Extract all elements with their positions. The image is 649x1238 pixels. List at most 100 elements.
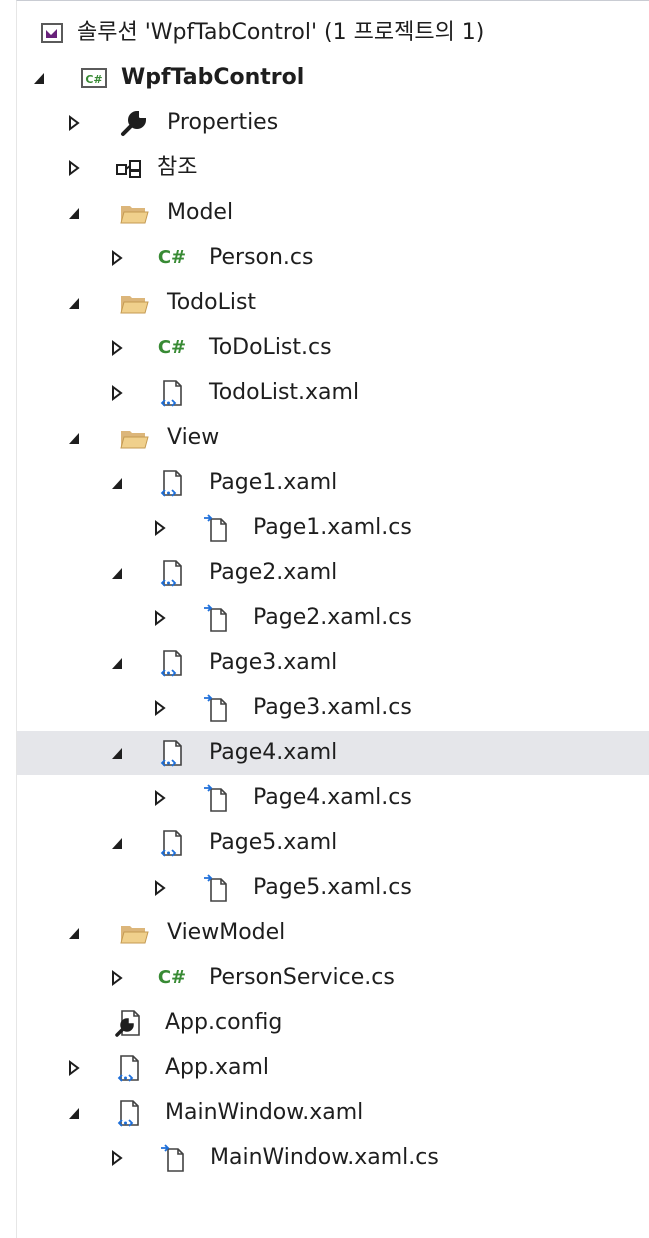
file-node-page5-xaml[interactable]: Page5.xaml xyxy=(17,821,649,865)
file-node-todolist-xaml[interactable]: TodoList.xaml xyxy=(17,371,649,415)
file-node-todolist-cs[interactable]: C# ToDoList.cs xyxy=(17,326,649,370)
file-label: MainWindow.xaml xyxy=(165,1100,364,1125)
expanded-arrow-icon[interactable] xyxy=(67,203,81,223)
collapsed-arrow-icon[interactable] xyxy=(153,788,167,808)
file-node-page1-xaml-cs[interactable]: Page1.xaml.cs xyxy=(17,506,649,550)
collapsed-arrow-icon[interactable] xyxy=(153,878,167,898)
file-node-personservice-cs[interactable]: C# PersonService.cs xyxy=(17,956,649,1000)
csharp-project-icon: C# xyxy=(79,63,109,93)
file-label: App.config xyxy=(165,1010,283,1035)
svg-text:C#: C# xyxy=(85,73,102,86)
file-label: App.xaml xyxy=(165,1055,270,1080)
references-label: 참조 xyxy=(157,155,198,180)
file-label: Person.cs xyxy=(209,245,314,270)
csharp-file-icon: C# xyxy=(157,333,187,363)
expanded-arrow-icon[interactable] xyxy=(110,833,124,853)
folder-node-viewmodel[interactable]: ViewModel xyxy=(17,911,649,955)
folder-node-view[interactable]: View xyxy=(17,416,649,460)
collapsed-arrow-icon[interactable] xyxy=(67,113,81,133)
file-label: Page4.xaml xyxy=(209,740,338,765)
file-node-person-cs[interactable]: C# Person.cs xyxy=(17,236,649,280)
xaml-file-icon xyxy=(114,1053,144,1083)
folder-label: View xyxy=(167,425,220,450)
file-node-page2-xaml[interactable]: Page2.xaml xyxy=(17,551,649,595)
expanded-arrow-icon[interactable] xyxy=(110,653,124,673)
csharp-glyph: C# xyxy=(157,337,187,358)
file-label: Page4.xaml.cs xyxy=(253,785,412,810)
file-node-page3-xaml[interactable]: Page3.xaml xyxy=(17,641,649,685)
expanded-arrow-icon[interactable] xyxy=(67,923,81,943)
file-node-app-xaml[interactable]: App.xaml xyxy=(17,1046,649,1090)
expanded-arrow-icon[interactable] xyxy=(32,68,46,88)
xaml-file-icon xyxy=(157,558,187,588)
expanded-arrow-icon[interactable] xyxy=(110,473,124,493)
file-label: PersonService.cs xyxy=(209,965,395,990)
expanded-arrow-icon[interactable] xyxy=(67,428,81,448)
folder-node-model[interactable]: Model xyxy=(17,191,649,235)
file-label: Page5.xaml.cs xyxy=(253,875,412,900)
csharp-file-icon: C# xyxy=(157,243,187,273)
file-label: Page1.xaml.cs xyxy=(253,515,412,540)
collapsed-arrow-icon[interactable] xyxy=(110,248,124,268)
collapsed-arrow-icon[interactable] xyxy=(67,158,81,178)
solution-icon xyxy=(37,18,67,48)
code-behind-file-icon xyxy=(202,693,232,723)
xaml-file-icon xyxy=(157,828,187,858)
file-label: ToDoList.cs xyxy=(209,335,332,360)
file-node-page2-xaml-cs[interactable]: Page2.xaml.cs xyxy=(17,596,649,640)
file-label: Page2.xaml xyxy=(209,560,338,585)
expanded-arrow-icon[interactable] xyxy=(67,293,81,313)
code-behind-file-icon xyxy=(159,1143,189,1173)
properties-node[interactable]: Properties xyxy=(17,101,649,145)
properties-label: Properties xyxy=(167,110,279,135)
csharp-glyph: C# xyxy=(157,247,187,268)
solution-label: 솔루션 'WpfTabControl' (1 프로젝트의 1) xyxy=(77,20,485,45)
folder-label: ViewModel xyxy=(167,920,286,945)
file-label: Page1.xaml xyxy=(209,470,338,495)
collapsed-arrow-icon[interactable] xyxy=(110,338,124,358)
file-label: Page3.xaml.cs xyxy=(253,695,412,720)
folder-node-todolist[interactable]: TodoList xyxy=(17,281,649,325)
project-label: WpfTabControl xyxy=(121,65,305,90)
file-node-page5-xaml-cs[interactable]: Page5.xaml.cs xyxy=(17,866,649,910)
code-behind-file-icon xyxy=(202,603,232,633)
file-node-page1-xaml[interactable]: Page1.xaml xyxy=(17,461,649,505)
folder-open-icon xyxy=(119,288,149,318)
folder-label: Model xyxy=(167,200,234,225)
collapsed-arrow-icon[interactable] xyxy=(153,698,167,718)
project-node-wpftabcontrol[interactable]: C# WpfTabControl xyxy=(17,56,649,100)
references-node[interactable]: 참조 xyxy=(17,146,649,190)
xaml-file-icon xyxy=(157,378,187,408)
csharp-file-icon: C# xyxy=(157,963,187,993)
collapsed-arrow-icon[interactable] xyxy=(110,968,124,988)
xaml-file-icon xyxy=(114,1098,144,1128)
solution-explorer-tree: 솔루션 'WpfTabControl' (1 프로젝트의 1) C# WpfTa… xyxy=(16,0,649,1238)
code-behind-file-icon xyxy=(202,783,232,813)
collapsed-arrow-icon[interactable] xyxy=(67,1058,81,1078)
file-label: Page3.xaml xyxy=(209,650,338,675)
file-label: MainWindow.xaml.cs xyxy=(210,1145,439,1170)
expanded-arrow-icon[interactable] xyxy=(110,563,124,583)
code-behind-file-icon xyxy=(202,513,232,543)
collapsed-arrow-icon[interactable] xyxy=(153,608,167,628)
collapsed-arrow-icon[interactable] xyxy=(153,518,167,538)
file-node-mainwindow-xaml[interactable]: MainWindow.xaml xyxy=(17,1091,649,1135)
file-label: Page5.xaml xyxy=(209,830,338,855)
file-node-page3-xaml-cs[interactable]: Page3.xaml.cs xyxy=(17,686,649,730)
solution-node[interactable]: 솔루션 'WpfTabControl' (1 프로젝트의 1) xyxy=(17,11,649,55)
expanded-arrow-icon[interactable] xyxy=(110,743,124,763)
folder-open-icon xyxy=(119,198,149,228)
file-node-page4-xaml-cs[interactable]: Page4.xaml.cs xyxy=(17,776,649,820)
expanded-arrow-icon[interactable] xyxy=(67,1103,81,1123)
file-node-app-config[interactable]: App.config xyxy=(17,1001,649,1045)
folder-open-icon xyxy=(119,423,149,453)
file-node-page4-xaml[interactable]: Page4.xaml xyxy=(17,731,649,775)
file-label: Page2.xaml.cs xyxy=(253,605,412,630)
collapsed-arrow-icon[interactable] xyxy=(110,1148,124,1168)
file-node-mainwindow-xaml-cs[interactable]: MainWindow.xaml.cs xyxy=(17,1136,649,1180)
xaml-file-icon xyxy=(157,648,187,678)
config-file-icon xyxy=(114,1008,144,1038)
references-icon xyxy=(114,153,144,183)
xaml-file-icon xyxy=(157,738,187,768)
collapsed-arrow-icon[interactable] xyxy=(110,383,124,403)
